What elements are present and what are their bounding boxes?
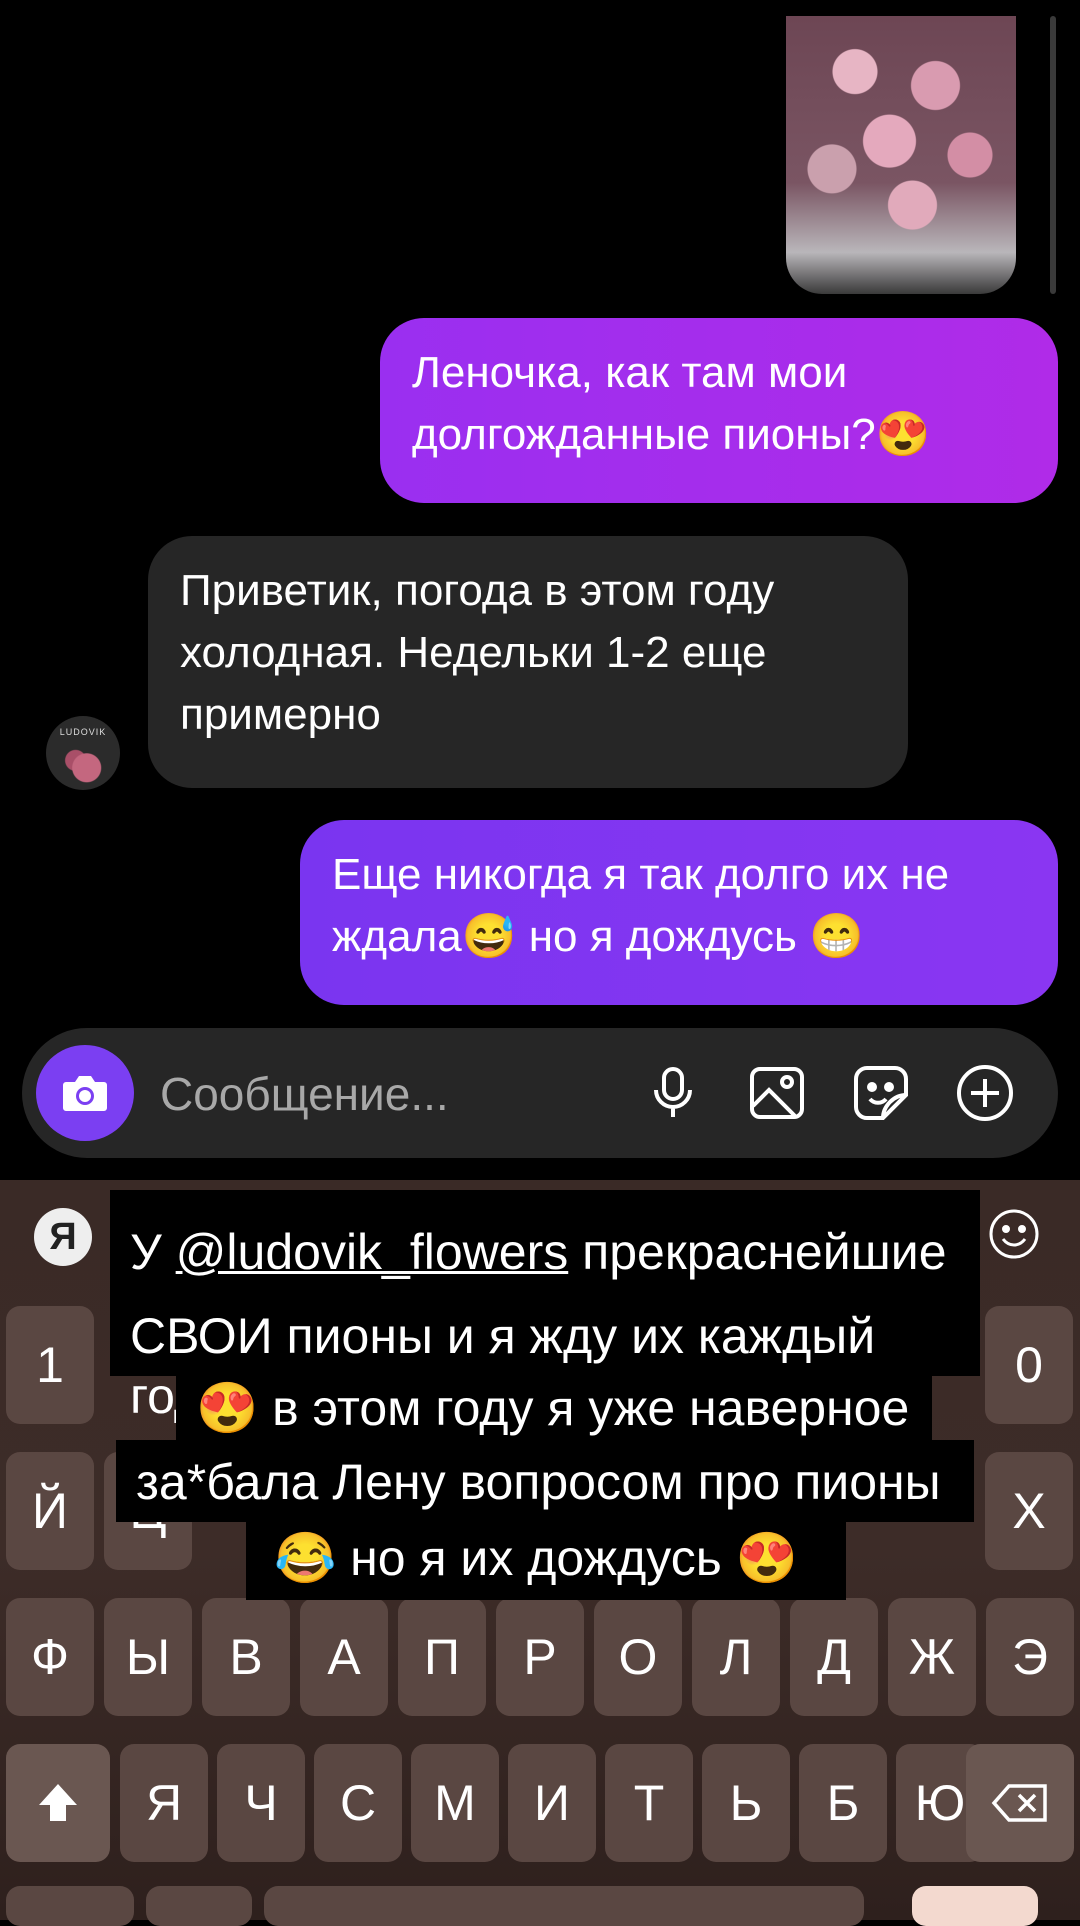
mic-button[interactable] bbox=[642, 1062, 704, 1124]
space-key[interactable] bbox=[264, 1886, 864, 1926]
mention-link[interactable]: @ludovik_flowers bbox=[176, 1224, 569, 1280]
message-outgoing-1[interactable]: Леночка, как там мои долгожданные пионы?… bbox=[380, 318, 1058, 503]
camera-button[interactable] bbox=[36, 1045, 134, 1141]
smile-icon[interactable] bbox=[988, 1208, 1040, 1260]
gallery-icon bbox=[750, 1067, 804, 1119]
shift-key[interactable] bbox=[6, 1744, 110, 1862]
caption-line-3: 😍 в этом году я уже наверное bbox=[176, 1370, 932, 1448]
key-м[interactable]: М bbox=[411, 1744, 499, 1862]
key-bottom-left[interactable] bbox=[6, 1886, 134, 1926]
key-и[interactable]: И bbox=[508, 1744, 596, 1862]
caption-line-4: за*бала Лену вопросом про пионы bbox=[116, 1440, 974, 1522]
key-я[interactable]: Я bbox=[120, 1744, 208, 1862]
message-incoming-1[interactable]: Приветик, погода в этом году холодная. Н… bbox=[148, 536, 908, 788]
backspace-key[interactable] bbox=[966, 1744, 1074, 1862]
key-о[interactable]: О bbox=[594, 1598, 682, 1716]
key-й[interactable]: Й bbox=[6, 1452, 94, 1570]
message-input[interactable] bbox=[158, 1058, 662, 1130]
caption-line-2: СВОИ пионы и я жду их каждый год bbox=[110, 1300, 980, 1424]
message-composer bbox=[22, 1028, 1058, 1158]
yandex-logo[interactable]: Я bbox=[34, 1208, 92, 1266]
key-ф[interactable]: Ф bbox=[6, 1598, 94, 1716]
message-text: Леночка, как там мои долгожданные пионы?… bbox=[412, 348, 931, 459]
caption-suffix: прекраснейшие bbox=[568, 1224, 947, 1280]
key-п[interactable]: П bbox=[398, 1598, 486, 1716]
enter-key[interactable] bbox=[912, 1886, 1038, 1926]
mic-icon bbox=[654, 1067, 692, 1117]
key-л[interactable]: Л bbox=[692, 1598, 780, 1716]
key-р[interactable]: Р bbox=[496, 1598, 584, 1716]
sticker-button[interactable] bbox=[850, 1062, 912, 1124]
peony-photo-message[interactable] bbox=[786, 16, 1016, 294]
key-б[interactable]: Б bbox=[799, 1744, 887, 1862]
avatar[interactable]: LUDOVIK bbox=[46, 716, 120, 790]
key-0[interactable]: 0 bbox=[985, 1306, 1073, 1424]
key-д[interactable]: Д bbox=[790, 1598, 878, 1716]
backspace-icon bbox=[991, 1784, 1047, 1822]
key-ж[interactable]: Ж bbox=[888, 1598, 976, 1716]
plus-icon bbox=[957, 1065, 1013, 1121]
key-т[interactable]: Т bbox=[605, 1744, 693, 1862]
caption-line-1: У @ludovik_flowers прекраснейшие bbox=[110, 1190, 980, 1310]
message-outgoing-2[interactable]: Еще никогда я так долго их не ждала😅 но … bbox=[300, 820, 1058, 1005]
key-а[interactable]: А bbox=[300, 1598, 388, 1716]
key-в[interactable]: В bbox=[202, 1598, 290, 1716]
shift-icon bbox=[39, 1784, 77, 1821]
key-1[interactable]: 1 bbox=[6, 1306, 94, 1424]
scrollbar[interactable] bbox=[1050, 16, 1056, 294]
key-ч[interactable]: Ч bbox=[217, 1744, 305, 1862]
message-text: Еще никогда я так долго их не ждала😅 но … bbox=[332, 850, 950, 961]
chat-area: Леночка, как там мои долгожданные пионы?… bbox=[0, 0, 1080, 1180]
key-х[interactable]: Х bbox=[985, 1452, 1073, 1570]
key-с[interactable]: С bbox=[314, 1744, 402, 1862]
key-э[interactable]: Э bbox=[986, 1598, 1074, 1716]
key-bottom-2[interactable] bbox=[146, 1886, 252, 1926]
gallery-button[interactable] bbox=[746, 1062, 808, 1124]
add-button[interactable] bbox=[954, 1062, 1016, 1124]
sticker-icon bbox=[854, 1066, 908, 1120]
caption-line-5: 😂 но я их дождусь 😍 bbox=[246, 1516, 846, 1600]
avatar-label: LUDOVIK bbox=[59, 727, 107, 737]
key-ы[interactable]: Ы bbox=[104, 1598, 192, 1716]
camera-icon bbox=[63, 1076, 107, 1111]
key-ь[interactable]: Ь bbox=[702, 1744, 790, 1862]
message-text: Приветик, погода в этом году холодная. Н… bbox=[180, 566, 775, 739]
caption-prefix: У bbox=[130, 1224, 176, 1280]
